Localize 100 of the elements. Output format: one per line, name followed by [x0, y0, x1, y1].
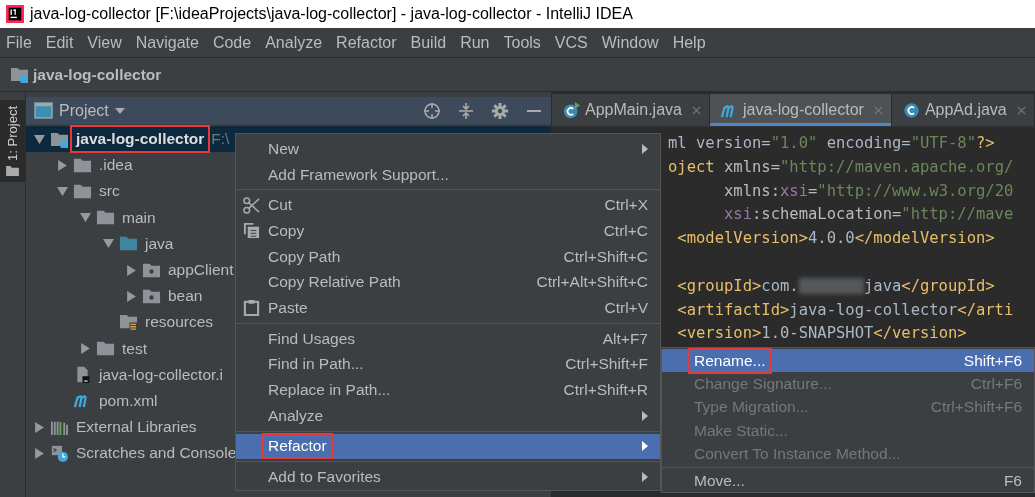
menu-item[interactable]: Find in Path... Ctrl+Shift+F	[236, 351, 660, 378]
menu-item[interactable]: Help	[672, 33, 706, 52]
clipboard-icon	[242, 299, 260, 317]
menu-item[interactable]: Find Usages Alt+F7	[236, 325, 660, 352]
menu-item[interactable]: Cut Ctrl+X	[236, 192, 660, 219]
code-token: java-log-collector	[789, 300, 958, 319]
shortcut-text: Ctrl+C	[603, 221, 648, 240]
class-icon	[901, 101, 921, 119]
locate-icon[interactable]	[423, 101, 441, 120]
menu-item[interactable]: VCS	[554, 33, 588, 52]
code-token: </arti	[957, 300, 1014, 319]
breadcrumb[interactable]: java-log-collector	[33, 65, 162, 84]
shortcut-text: F6	[1003, 471, 1022, 490]
code-token: 4.0.0	[808, 229, 855, 248]
tree-item[interactable]: test	[120, 338, 149, 359]
tree-item[interactable]: java	[143, 233, 176, 254]
menu-item[interactable]: Navigate	[135, 33, 199, 52]
menu-item[interactable]: Refactor	[336, 33, 397, 52]
scratches-icon	[50, 444, 69, 462]
code-token: encoding=	[825, 134, 911, 152]
tree-item[interactable]: bean	[166, 286, 205, 307]
close-icon[interactable]	[691, 105, 701, 115]
path-text: F:\	[211, 130, 230, 149]
shortcut-text: Ctrl+Shift+C	[563, 247, 648, 266]
settings-icon[interactable]	[491, 101, 509, 120]
collapsed-arrow-icon[interactable]	[34, 421, 45, 433]
menu-item[interactable]: Copy Path Ctrl+Shift+C	[236, 243, 660, 270]
menu-item[interactable]: Copy Ctrl+C	[236, 218, 660, 244]
editor-tab[interactable]: java-log-collector	[709, 94, 892, 126]
code-token: ?>	[976, 134, 995, 152]
code-token: xmlns=	[724, 157, 780, 176]
menu-item[interactable]: Rename... Shift+F6	[662, 349, 1034, 373]
module-folder-icon	[50, 130, 69, 148]
collapse-all-icon[interactable]	[457, 101, 475, 120]
panel-title[interactable]: Project	[59, 101, 109, 120]
tree-item[interactable]: java-log-collector.i	[97, 364, 226, 385]
menu-item[interactable]: Move... F6	[662, 468, 1034, 493]
collapsed-arrow-icon[interactable]	[80, 343, 91, 355]
menu-item[interactable]: Replace in Path... Ctrl+Shift+R	[236, 377, 660, 403]
tree-item[interactable]: appClient	[166, 260, 236, 281]
menu-item[interactable]: Run	[460, 33, 490, 52]
menu-item[interactable]: Build	[410, 33, 447, 52]
expanded-arrow-icon[interactable]	[34, 133, 45, 145]
code-token: "1.0"	[770, 134, 818, 152]
menu-item[interactable]: Copy Relative Path Ctrl+Alt+Shift+C	[236, 269, 660, 296]
code-token: <artifactId>	[677, 300, 790, 319]
shortcut-text: Ctrl+Shift+R	[563, 381, 648, 400]
shortcut-text: Shift+F6	[963, 351, 1022, 370]
menu-item[interactable]: Add to Favorites	[236, 464, 660, 490]
module-folder-icon	[10, 66, 29, 83]
menu-item[interactable]: Refactor	[236, 433, 660, 460]
menu-item[interactable]: Add Framework Support...	[236, 161, 660, 188]
tool-window-tab[interactable]: 1: Project	[0, 100, 25, 182]
code-token: <version>	[677, 324, 762, 343]
menu-item[interactable]: Tools	[503, 33, 541, 52]
menu-item[interactable]: New	[236, 136, 660, 162]
code-token: com.	[761, 276, 799, 295]
tree-item[interactable]: External Libraries	[74, 417, 199, 438]
code-token: oject	[668, 157, 716, 176]
collapsed-arrow-icon[interactable]	[126, 264, 137, 276]
expanded-arrow-icon[interactable]	[103, 238, 114, 250]
menu-item[interactable]: View	[87, 33, 122, 52]
class-run-icon	[562, 101, 581, 119]
folder-icon	[6, 164, 19, 176]
menu-item[interactable]: Edit	[45, 33, 74, 52]
tree-item[interactable]: src	[97, 181, 122, 202]
code-token: java	[863, 276, 902, 295]
tree-item[interactable]: pom.xml	[97, 390, 160, 411]
code-token: 1.0-SNAPSHOT	[761, 324, 874, 343]
dropdown-caret-icon[interactable]	[114, 107, 125, 114]
code-token: </version>	[873, 324, 967, 343]
menu-item[interactable]: Analyze	[236, 402, 660, 429]
tree-item[interactable]: Scratches and Console	[74, 443, 239, 464]
code-token: "http://maven.apache.org/	[780, 157, 1014, 176]
code-token: <groupId>	[677, 276, 762, 295]
code-token: xmlns:	[724, 181, 780, 200]
collapsed-arrow-icon[interactable]	[57, 159, 68, 171]
collapsed-arrow-icon[interactable]	[126, 290, 137, 302]
window-title: java-log-collector [F:\ideaProjects\java-log-collector] - java-log-collector - IntelliJ IDEA	[30, 5, 633, 23]
shortcut-text: Ctrl+Shift+F	[565, 355, 648, 374]
editor-tab[interactable]: AppAd.java	[891, 94, 1035, 126]
folder-icon	[73, 156, 92, 174]
shortcut-text: Ctrl+Alt+Shift+C	[536, 273, 648, 292]
menu-item[interactable]: Analyze	[265, 33, 323, 52]
resources-folder-icon	[119, 313, 138, 331]
menu-item[interactable]: Window	[601, 33, 659, 52]
code-token: xsi	[724, 205, 752, 224]
app-logo-icon	[6, 5, 24, 23]
menu-item[interactable]: File	[6, 33, 32, 52]
close-icon[interactable]	[1016, 105, 1026, 115]
expanded-arrow-icon[interactable]	[80, 212, 91, 224]
collapsed-arrow-icon[interactable]	[34, 447, 45, 459]
folder-icon	[96, 340, 115, 358]
menu-item[interactable]: Code	[212, 33, 252, 52]
tree-item[interactable]: main	[120, 207, 158, 228]
tree-item[interactable]: .idea	[97, 155, 135, 176]
expanded-arrow-icon[interactable]	[57, 185, 68, 197]
editor-tab[interactable]: AppMain.java	[552, 94, 710, 126]
tree-item[interactable]: resources	[143, 312, 216, 333]
menu-item[interactable]: Paste Ctrl+V	[236, 295, 660, 321]
